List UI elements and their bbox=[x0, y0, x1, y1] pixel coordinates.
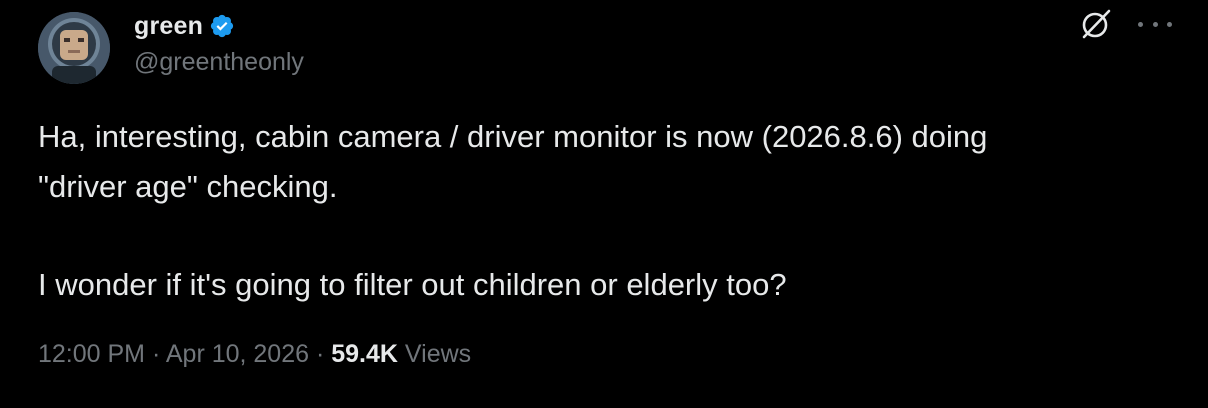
tweet-card: green @greentheonly Ha, interesting, cab… bbox=[0, 0, 1208, 408]
meta-separator: · bbox=[145, 340, 166, 368]
avatar[interactable] bbox=[38, 12, 110, 84]
tweet-text: Ha, interesting, cabin camera / driver m… bbox=[38, 112, 1168, 310]
views-label: Views bbox=[397, 340, 472, 368]
views-count[interactable]: 59.4K bbox=[331, 340, 398, 368]
verified-badge-icon[interactable] bbox=[209, 13, 235, 39]
display-name[interactable]: green bbox=[134, 12, 203, 41]
tweet-text-line: "driver age" checking. bbox=[38, 169, 338, 204]
tweet-text-line: Ha, interesting, cabin camera / driver m… bbox=[38, 119, 988, 154]
meta-separator: · bbox=[309, 340, 332, 368]
more-dot bbox=[1138, 21, 1143, 27]
tweet-text-line: I wonder if it's going to filter out chi… bbox=[38, 267, 787, 302]
more-options-icon[interactable] bbox=[1138, 10, 1172, 38]
more-dot bbox=[1152, 21, 1158, 27]
avatar-image bbox=[38, 12, 110, 84]
tweet-meta: 12:00 PM · Apr 10, 2026 · 59.4K Views bbox=[38, 340, 471, 369]
tweet-date[interactable]: Apr 10, 2026 bbox=[166, 340, 309, 368]
tweet-time[interactable]: 12:00 PM bbox=[38, 340, 145, 368]
author-name-row[interactable]: green bbox=[134, 9, 235, 43]
grok-icon[interactable] bbox=[1078, 6, 1114, 42]
more-dot bbox=[1167, 21, 1172, 27]
author-handle[interactable]: @greentheonly bbox=[134, 48, 304, 77]
